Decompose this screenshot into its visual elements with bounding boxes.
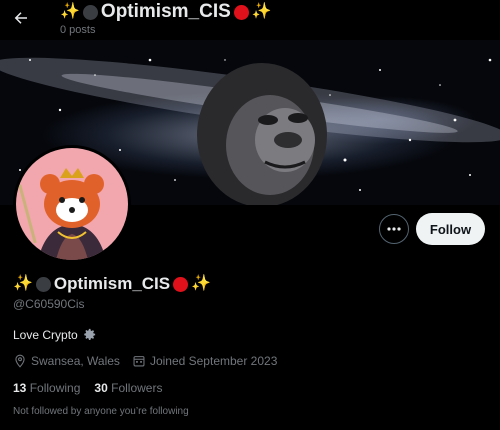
red-circle-emoji-icon (233, 4, 249, 20)
followers-link[interactable]: 30 Followers (94, 381, 162, 395)
black-circle-emoji-icon (35, 276, 51, 292)
avatar-image (16, 148, 128, 260)
posts-count: 0 posts (60, 24, 96, 36)
bio: Love Crypto (13, 327, 97, 342)
profile-meta: Swansea, Wales Joined September 2023 (13, 354, 289, 368)
top-bar: ✨ Optimism_CIS ✨ 0 posts (0, 0, 500, 40)
following-count: 13 (13, 381, 27, 395)
followers-label: Followers (111, 381, 163, 395)
avatar[interactable] (13, 145, 131, 263)
location: Swansea, Wales (13, 354, 120, 368)
location-pin-icon (15, 354, 25, 368)
display-name: ✨ Optimism_CIS ✨ (13, 274, 211, 294)
calendar-icon (133, 356, 145, 367)
back-button[interactable] (8, 6, 34, 30)
join-date: Joined September 2023 (132, 354, 277, 368)
more-options-button[interactable] (379, 214, 409, 244)
join-date-text: Joined September 2023 (149, 354, 278, 368)
red-circle-emoji-icon (173, 276, 189, 292)
follow-counts: 13 Following 30 Followers (13, 381, 162, 395)
following-link[interactable]: 13 Following (13, 381, 80, 395)
sparkles-emoji-icon: ✨ (251, 3, 272, 20)
followed-by-note: Not followed by anyone you’re following (13, 406, 189, 417)
header-title-text: Optimism_CIS (100, 1, 231, 22)
bio-text: Love Crypto (13, 327, 78, 342)
user-handle: @C60590Cis (13, 297, 85, 311)
arrow-left-icon (14, 12, 27, 24)
location-text: Swansea, Wales (31, 354, 120, 368)
display-name-text: Optimism_CIS (53, 274, 171, 293)
sparkles-emoji-icon: ✨ (191, 275, 212, 292)
following-label: Following (29, 381, 81, 395)
more-dots-icon (387, 227, 401, 231)
sparkles-emoji-icon: ✨ (13, 275, 33, 292)
followers-count: 30 (94, 381, 108, 395)
sparkles-emoji-icon: ✨ (60, 3, 80, 20)
header-title: ✨ Optimism_CIS ✨ (60, 1, 272, 23)
follow-button[interactable]: Follow (416, 213, 485, 245)
black-circle-emoji-icon (82, 4, 98, 20)
gear-emoji-icon (83, 328, 95, 340)
